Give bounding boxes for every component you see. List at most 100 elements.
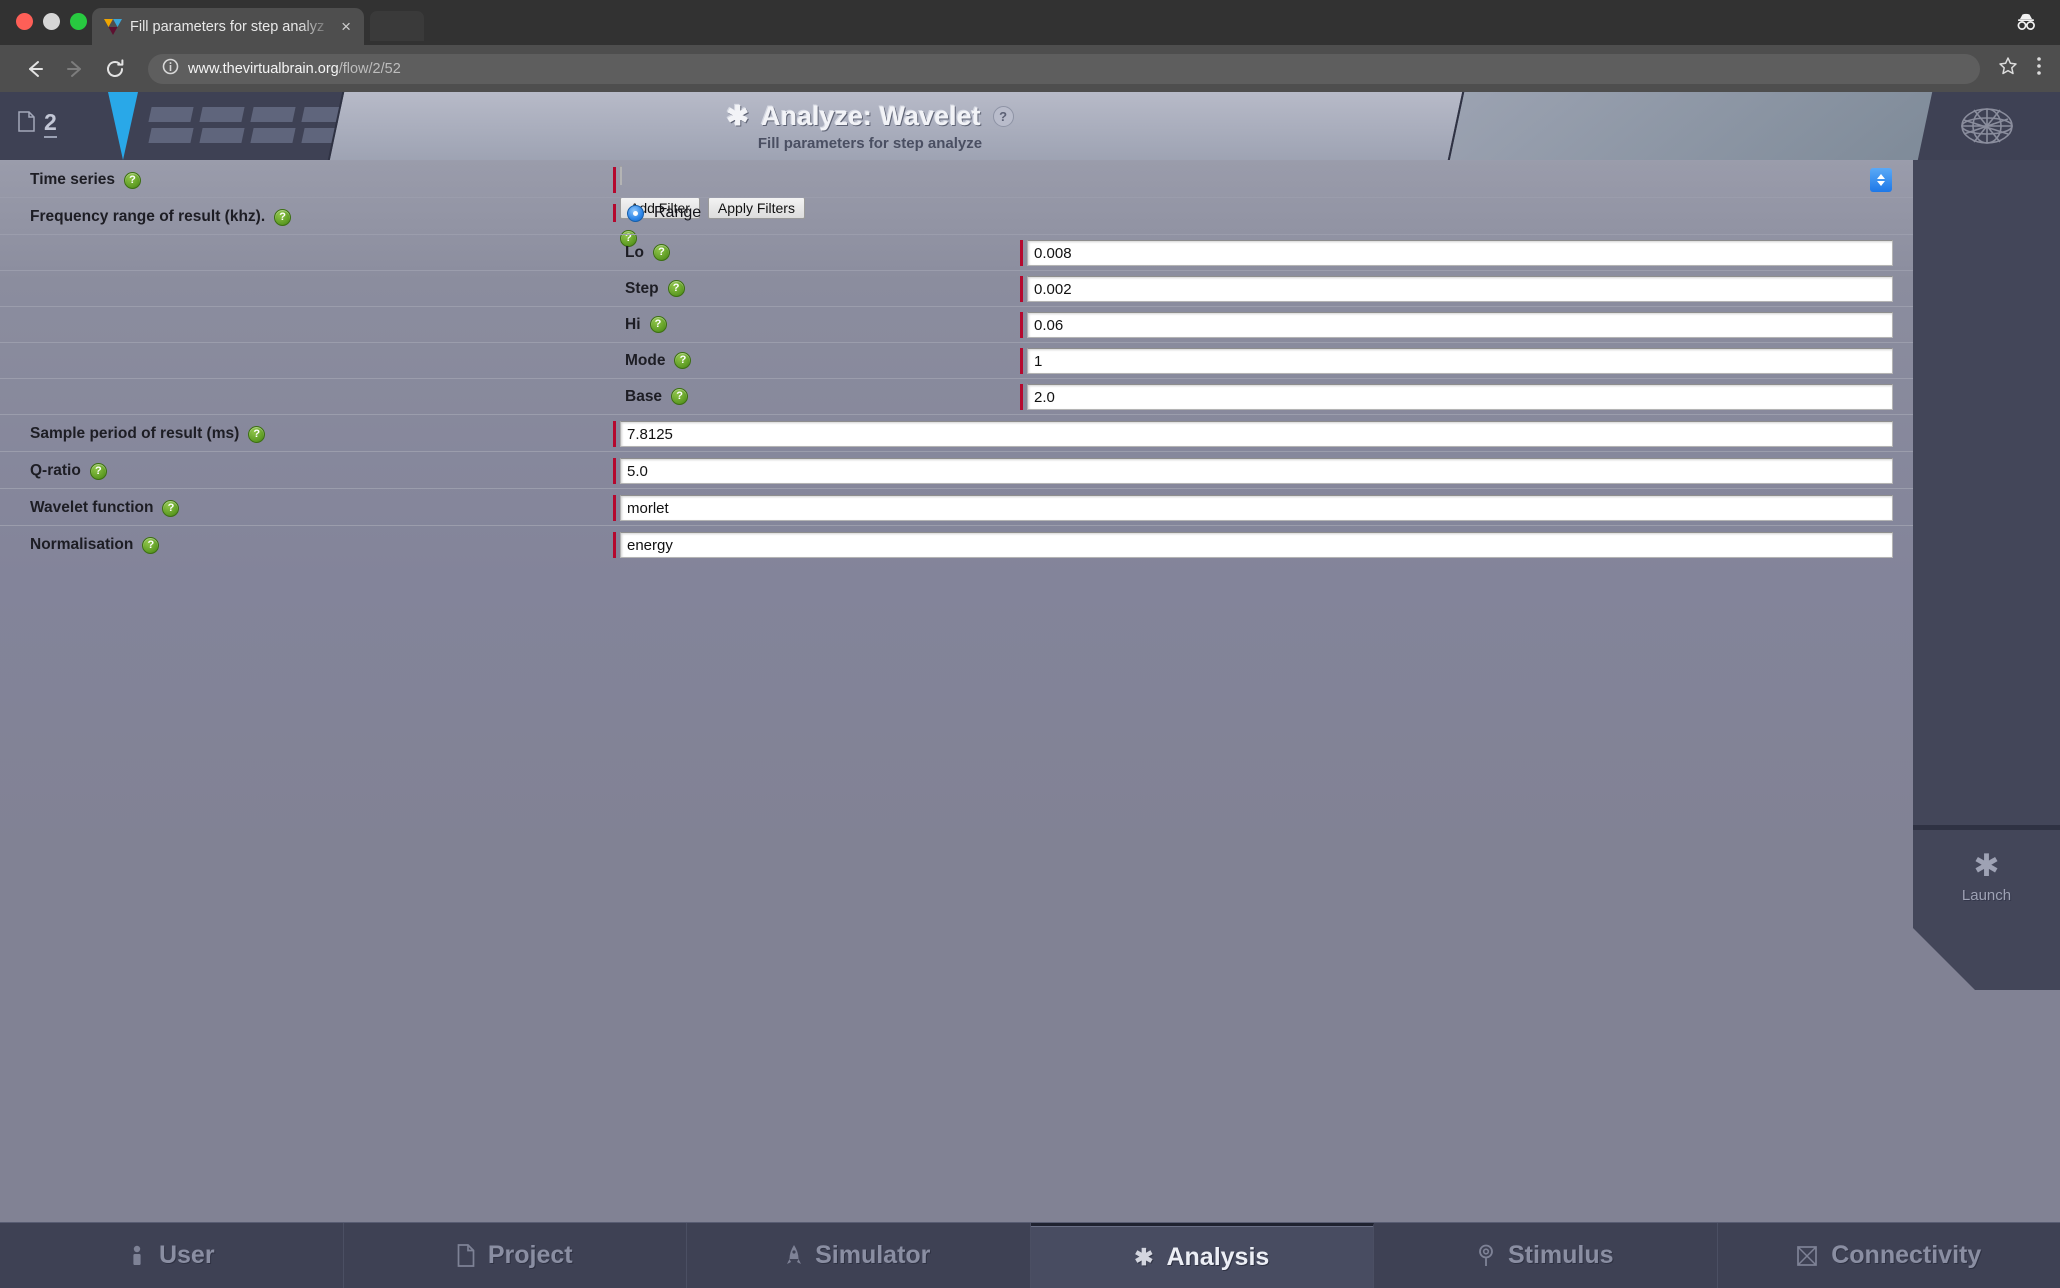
help-icon-mode[interactable]: ? xyxy=(674,352,691,369)
radio-selected-icon[interactable] xyxy=(627,205,644,222)
required-marker xyxy=(613,167,616,193)
label-hi-text: Hi xyxy=(625,316,641,334)
minimize-window-button[interactable] xyxy=(43,13,60,30)
help-icon-wavelet-function[interactable]: ? xyxy=(162,500,179,517)
field-row-q-ratio: Q-ratio ? xyxy=(0,451,1913,488)
field-row-normalisation: Normalisation ? xyxy=(0,525,1913,562)
mode-input[interactable] xyxy=(1027,348,1893,374)
nav-item-project-label: Project xyxy=(488,1241,573,1270)
maximize-window-button[interactable] xyxy=(70,13,87,30)
step-cell[interactable] xyxy=(148,107,193,122)
step-cell[interactable] xyxy=(148,128,193,143)
help-icon-base[interactable]: ? xyxy=(671,388,688,405)
required-marker xyxy=(613,532,616,558)
tvb-application: 2 ✱ Analyze: Wavelet ? Fill parameters f… xyxy=(0,92,2060,1288)
field-row-time-series: Time series ? Add Filter Apply Filters xyxy=(0,160,1913,197)
label-mode-text: Mode xyxy=(625,352,665,370)
forward-arrow-icon[interactable] xyxy=(58,52,92,86)
step-cell[interactable] xyxy=(250,107,295,122)
control-base xyxy=(1020,384,1893,410)
step-cell[interactable] xyxy=(199,107,244,122)
help-icon-time-series[interactable]: ? xyxy=(124,172,141,189)
nav-item-analysis[interactable]: ✱ Analysis xyxy=(1031,1223,1375,1288)
wavelet-function-input[interactable] xyxy=(620,495,1893,521)
app-header: 2 ✱ Analyze: Wavelet ? Fill parameters f… xyxy=(0,92,2060,160)
pipeline-step-grid[interactable] xyxy=(150,107,345,143)
nav-item-project[interactable]: Project xyxy=(344,1223,688,1288)
site-info-icon[interactable] xyxy=(162,58,179,80)
sub-row-lo: Lo ? xyxy=(0,234,1913,270)
label-wavelet-function-text: Wavelet function xyxy=(30,499,153,517)
close-window-button[interactable] xyxy=(16,13,33,30)
label-sample-period: Sample period of result (ms) ? xyxy=(0,415,265,451)
range-radio-wrap: Range xyxy=(613,204,1893,222)
reload-icon[interactable] xyxy=(98,52,132,86)
nav-item-connectivity[interactable]: Connectivity xyxy=(1718,1223,2060,1288)
time-series-select-box[interactable] xyxy=(620,166,622,185)
nav-item-simulator-label: Simulator xyxy=(815,1241,930,1270)
q-ratio-input[interactable] xyxy=(620,458,1893,484)
label-wavelet-function: Wavelet function ? xyxy=(0,489,179,525)
step-cell[interactable] xyxy=(250,128,295,143)
label-lo-text: Lo xyxy=(625,244,644,262)
help-icon-sample-period[interactable]: ? xyxy=(248,426,265,443)
nav-item-simulator[interactable]: Simulator xyxy=(687,1223,1031,1288)
browser-menu-icon[interactable] xyxy=(2036,55,2042,82)
header-tab-next[interactable] xyxy=(1448,92,1932,160)
help-icon-step[interactable]: ? xyxy=(668,280,685,297)
required-marker xyxy=(613,458,616,484)
back-arrow-icon[interactable] xyxy=(18,52,52,86)
chevron-updown-icon[interactable] xyxy=(1870,168,1892,192)
browser-tab-title: Fill parameters for step analyz xyxy=(130,19,336,35)
pipeline-position-marker xyxy=(108,92,138,160)
label-sample-period-text: Sample period of result (ms) xyxy=(30,425,239,443)
header-tab-current[interactable] xyxy=(328,92,1462,160)
label-step-text: Step xyxy=(625,280,659,298)
parameters-form: Time series ? Add Filter Apply Filters xyxy=(0,160,1913,1222)
base-input[interactable] xyxy=(1027,384,1893,410)
nav-item-user[interactable]: User xyxy=(0,1223,344,1288)
field-row-frequency-range: Frequency range of result (khz). ? Range… xyxy=(0,197,1913,234)
document-icon xyxy=(457,1244,475,1267)
help-icon-normalisation[interactable]: ? xyxy=(142,537,159,554)
range-radio-label: Range xyxy=(654,204,701,222)
close-tab-icon[interactable]: × xyxy=(336,18,356,35)
label-hi: Hi ? xyxy=(0,308,667,342)
new-tab-button[interactable] xyxy=(370,11,424,41)
nav-item-stimulus-label: Stimulus xyxy=(1508,1241,1614,1270)
address-bar[interactable]: www.thevirtualbrain.org/flow/2/52 xyxy=(148,54,1980,84)
tvb-favicon-icon xyxy=(104,18,122,36)
window-traffic-lights xyxy=(16,13,87,30)
required-marker xyxy=(613,421,616,447)
help-icon-q-ratio[interactable]: ? xyxy=(90,463,107,480)
required-marker xyxy=(613,204,616,222)
control-sample-period xyxy=(613,421,1893,447)
normalisation-input[interactable] xyxy=(620,532,1893,558)
label-base: Base ? xyxy=(0,380,688,414)
help-icon-frequency-range[interactable]: ? xyxy=(274,209,291,226)
browser-toolbar: www.thevirtualbrain.org/flow/2/52 xyxy=(0,45,2060,92)
range-radio-option[interactable]: Range xyxy=(620,204,701,222)
step-cell[interactable] xyxy=(199,128,244,143)
label-step: Step ? xyxy=(0,272,685,306)
time-series-select[interactable] xyxy=(620,167,1893,193)
hi-input[interactable] xyxy=(1027,312,1893,338)
nav-item-stimulus[interactable]: Stimulus xyxy=(1374,1223,1718,1288)
lo-input[interactable] xyxy=(1027,240,1893,266)
step-input[interactable] xyxy=(1027,276,1893,302)
project-doc-count[interactable]: 2 xyxy=(18,110,57,138)
launch-button[interactable]: ✱ Launch xyxy=(1913,850,2060,904)
main-navigation: User Project Simulator ✱ Analysis Stimul… xyxy=(0,1222,2060,1288)
control-hi xyxy=(1020,312,1893,338)
sample-period-input[interactable] xyxy=(620,421,1893,447)
control-wavelet-function xyxy=(613,495,1893,521)
help-icon-hi[interactable]: ? xyxy=(650,316,667,333)
label-q-ratio-text: Q-ratio xyxy=(30,462,81,480)
control-lo xyxy=(1020,240,1893,266)
control-q-ratio xyxy=(613,458,1893,484)
help-icon-lo[interactable]: ? xyxy=(653,244,670,261)
incognito-icon xyxy=(2012,10,2040,34)
browser-tab[interactable]: Fill parameters for step analyz × xyxy=(92,8,364,45)
rocket-icon xyxy=(786,1244,802,1268)
bookmark-star-icon[interactable] xyxy=(1998,56,2018,81)
